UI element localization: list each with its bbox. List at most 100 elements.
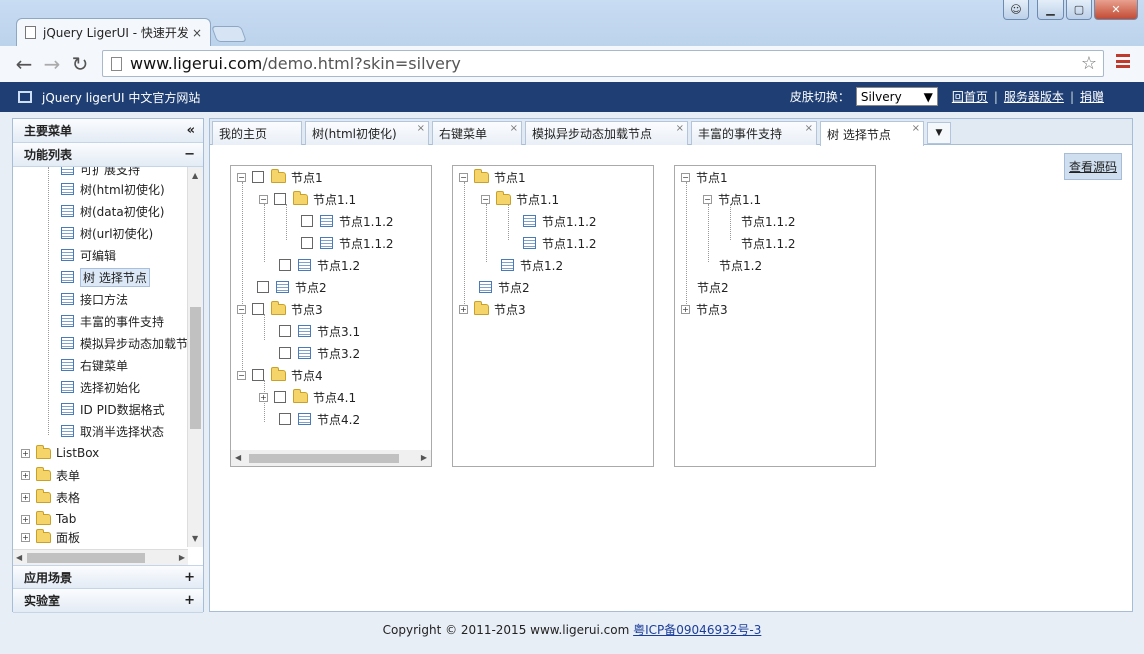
collapse-icon[interactable]: − — [259, 194, 268, 204]
expand-icon[interactable]: + — [21, 514, 30, 524]
collapse-icon[interactable]: − — [459, 172, 468, 182]
nav-item[interactable]: 树(data初使化) — [61, 201, 164, 221]
close-tab-icon[interactable]: × — [192, 26, 202, 40]
bookmark-star-icon[interactable]: ☆ — [1081, 53, 1097, 74]
folder-form[interactable]: + 表单 — [21, 465, 80, 485]
nav-item[interactable]: 树(url初使化) — [61, 223, 153, 243]
node-checkbox[interactable] — [274, 193, 286, 205]
close-tab-icon[interactable]: × — [510, 123, 518, 134]
tree-node[interactable]: 节点2 — [697, 276, 729, 298]
folder-grid[interactable]: + 表格 — [21, 487, 80, 507]
tab-context-menu[interactable]: 右键菜单 × — [432, 121, 522, 145]
tree-node[interactable]: 节点1.1.2 — [301, 210, 394, 232]
main-menu-header[interactable]: 主要菜单 « — [13, 119, 203, 143]
tree-node[interactable]: 节点1.2 — [279, 254, 360, 276]
collapse-icon[interactable]: − — [237, 370, 246, 380]
expand-icon[interactable]: + — [681, 304, 690, 314]
tab-async-load[interactable]: 模拟异步动态加载节点 × — [525, 121, 688, 145]
tree-node[interactable]: − 节点1.1 — [259, 188, 356, 210]
nav-item[interactable]: ID PID数据格式 — [61, 399, 165, 419]
scrollbar-thumb[interactable] — [249, 454, 399, 463]
nav-item[interactable]: 右键菜单 — [61, 355, 128, 375]
tab-html-init[interactable]: 树(html初使化) × — [305, 121, 429, 145]
scroll-down-icon[interactable]: ▼ — [192, 534, 198, 543]
tree-node[interactable]: − 节点1 — [237, 166, 323, 188]
scrollbar-thumb[interactable] — [190, 307, 201, 429]
nav-item[interactable]: 树(html初使化) — [61, 179, 165, 199]
tree-node[interactable]: + 节点3 — [459, 298, 526, 320]
tree-node[interactable]: 节点1.1.2 — [301, 232, 394, 254]
minimize-button[interactable]: ▁ — [1037, 0, 1064, 20]
tab-select-node[interactable]: 树 选择节点 × — [820, 121, 924, 146]
node-checkbox[interactable] — [252, 369, 264, 381]
tree-node[interactable]: 节点3.2 — [279, 342, 360, 364]
collapse-icon[interactable]: − — [237, 304, 246, 314]
scroll-left-icon[interactable]: ◀ — [16, 553, 22, 562]
node-checkbox[interactable] — [274, 391, 286, 403]
tree-node[interactable]: 节点1.1.2 — [741, 232, 796, 254]
expand-icon[interactable]: + — [21, 532, 30, 542]
address-bar[interactable]: www.ligerui.com/demo.html?skin=silvery ☆ — [102, 50, 1104, 77]
server-version-link[interactable]: 服务器版本 — [1004, 88, 1064, 105]
node-checkbox[interactable] — [279, 413, 291, 425]
collapse-icon[interactable]: − — [681, 172, 690, 182]
scroll-right-icon[interactable]: ▶ — [179, 553, 185, 562]
nav-item[interactable]: 接口方法 — [61, 289, 128, 309]
close-tab-icon[interactable]: × — [805, 123, 813, 134]
collapse-icon[interactable]: « — [187, 123, 195, 138]
expand-icon[interactable]: + — [184, 570, 195, 585]
reload-icon[interactable]: ↻ — [66, 50, 94, 78]
tree-node[interactable]: + 节点4.1 — [259, 386, 356, 408]
skin-select[interactable]: Silvery ▼ — [855, 87, 938, 106]
tree-node[interactable]: 节点1.1.2 — [741, 210, 796, 232]
tree-node[interactable]: 节点3.1 — [279, 320, 360, 342]
new-tab-button[interactable] — [211, 26, 247, 42]
node-checkbox[interactable] — [301, 237, 313, 249]
folder-listbox[interactable]: + ListBox — [21, 443, 99, 463]
tab-home[interactable]: 我的主页 — [212, 121, 302, 145]
tree-node[interactable]: 节点2 — [479, 276, 530, 298]
node-checkbox[interactable] — [301, 215, 313, 227]
forward-arrow-icon[interactable]: → — [38, 50, 66, 78]
node-checkbox[interactable] — [252, 303, 264, 315]
tree-node[interactable]: 节点1.1.2 — [523, 232, 597, 254]
tree-node[interactable]: − 节点1 — [681, 166, 728, 188]
tree-node[interactable]: − 节点1 — [459, 166, 526, 188]
tree-node[interactable]: 节点1.2 — [501, 254, 563, 276]
collapse-icon[interactable]: − — [481, 194, 490, 204]
node-checkbox[interactable] — [252, 171, 264, 183]
icp-link[interactable]: 粤ICP备09046932号-3 — [633, 623, 761, 637]
tab-more-dropdown-icon[interactable]: ▼ — [927, 122, 951, 144]
expand-icon[interactable]: + — [21, 492, 30, 502]
nav-item[interactable]: 可扩展支持 — [61, 167, 140, 179]
folder-panel[interactable]: + 面板 — [21, 529, 80, 545]
tree-node[interactable]: 节点1.1.2 — [523, 210, 597, 232]
tab-events[interactable]: 丰富的事件支持 × — [691, 121, 817, 145]
page-info-icon[interactable] — [111, 56, 122, 71]
browser-menu-icon[interactable] — [1116, 54, 1130, 68]
nav-item[interactable]: 丰富的事件支持 — [61, 311, 164, 331]
accordion-collapse-icon[interactable]: − — [184, 147, 195, 162]
close-tab-icon[interactable]: × — [417, 123, 425, 134]
vertical-scrollbar[interactable]: ▲ ▼ — [187, 167, 203, 547]
home-link[interactable]: 回首页 — [952, 88, 988, 105]
scroll-up-icon[interactable]: ▲ — [192, 171, 198, 180]
expand-icon[interactable]: + — [184, 593, 195, 608]
tree-node[interactable]: − 节点1.1 — [481, 188, 559, 210]
collapse-icon[interactable]: − — [237, 172, 246, 182]
scroll-right-icon[interactable]: ▶ — [421, 453, 427, 462]
close-tab-icon[interactable]: × — [912, 123, 920, 134]
horizontal-scrollbar[interactable]: ◀ ▶ — [231, 450, 431, 466]
close-tab-icon[interactable]: × — [676, 123, 684, 134]
nav-item[interactable]: 选择初始化 — [61, 377, 140, 397]
node-checkbox[interactable] — [279, 259, 291, 271]
scroll-left-icon[interactable]: ◀ — [235, 453, 241, 462]
folder-tab[interactable]: + Tab — [21, 509, 76, 529]
expand-icon[interactable]: + — [21, 448, 30, 458]
nav-item[interactable]: 取消半选择状态 — [61, 421, 164, 441]
tree-node[interactable]: − 节点3 — [237, 298, 323, 320]
tree-node[interactable]: − 节点1.1 — [703, 188, 761, 210]
back-arrow-icon[interactable]: ← — [10, 50, 38, 78]
lab-header[interactable]: 实验室 + — [13, 589, 203, 613]
tree-node[interactable]: − 节点4 — [237, 364, 323, 386]
